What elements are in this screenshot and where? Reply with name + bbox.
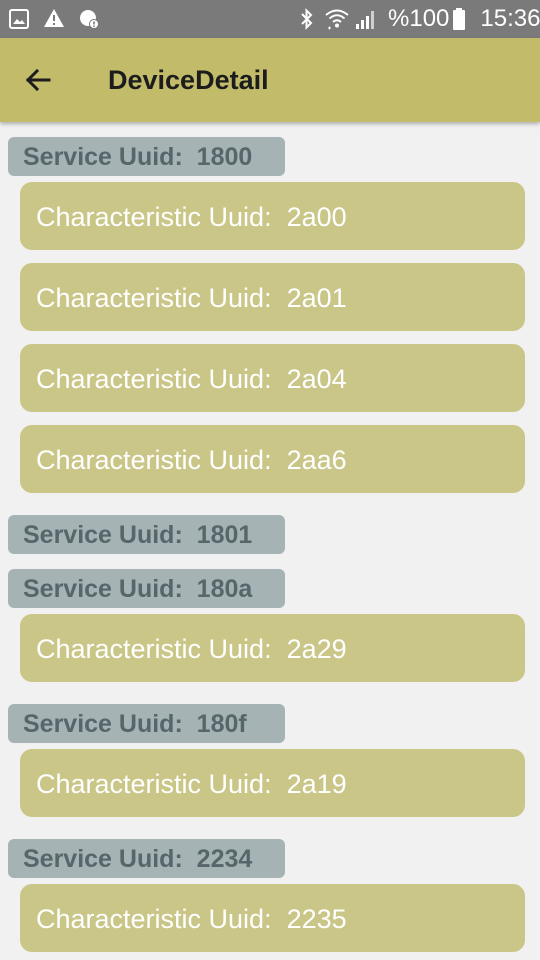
characteristic-card[interactable]: Characteristic Uuid: 2a00 [20,182,525,250]
service-uuid-label: Service Uuid: 1801 [8,515,285,554]
characteristic-card[interactable]: Characteristic Uuid: 2a19 [20,749,525,817]
arrow-back-icon [24,66,52,94]
warning-icon [43,8,65,33]
characteristic-card[interactable]: Characteristic Uuid: 2a01 [20,263,525,331]
characteristic-card[interactable]: Characteristic Uuid: 2aa6 [20,425,525,493]
characteristic-card[interactable]: Characteristic Uuid: 2a29 [20,614,525,682]
service-uuid-label: Service Uuid: 1800 [8,137,285,176]
characteristic-card[interactable]: Characteristic Uuid: 2235 [20,884,525,952]
service-uuid-label: Service Uuid: 2234 [8,839,285,878]
back-button[interactable] [18,60,58,100]
image-notification-icon [9,9,29,34]
page-title: DeviceDetail [108,65,269,95]
app-bar: DeviceDetail [0,38,540,122]
service-uuid-label: Service Uuid: 180f [8,704,285,743]
data-saver-icon [78,8,100,35]
characteristic-card[interactable]: Characteristic Uuid: 2a04 [20,344,525,412]
bluetooth-icon [298,8,316,30]
clock: 15:36 [480,5,540,32]
service-uuid-label: Service Uuid: 180a [8,569,285,608]
wifi-icon [324,8,350,30]
battery-icon [452,7,466,31]
battery-percent: %100 [388,5,450,32]
status-bar: %100 15:36 [0,0,540,38]
signal-icon [354,8,376,30]
